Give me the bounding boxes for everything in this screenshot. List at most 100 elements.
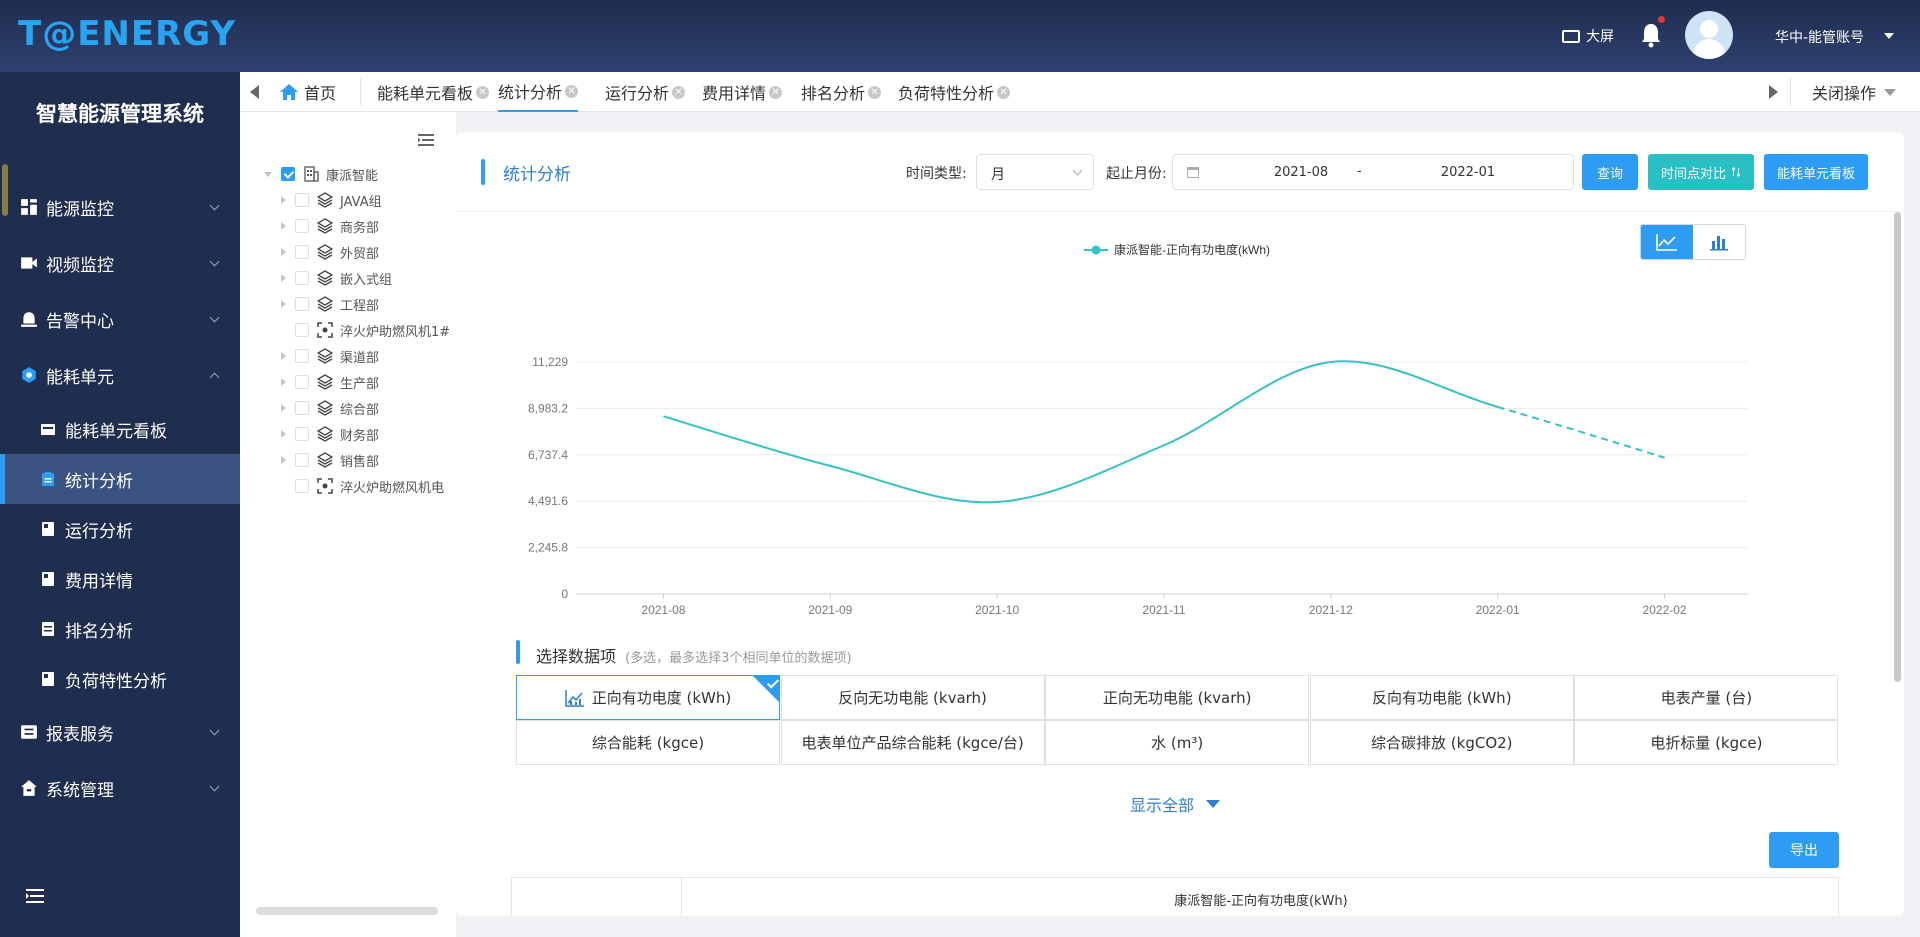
unit-board-button[interactable]: 能耗单元看板 <box>1764 154 1868 190</box>
y-tick-label: 6,737.4 <box>528 448 568 462</box>
tree-checkbox[interactable] <box>295 401 309 415</box>
show-all-button[interactable]: 显示全部 <box>1130 792 1221 816</box>
tree-node[interactable]: 外贸部 <box>281 241 379 263</box>
sub-item-ranking[interactable]: 排名分析 <box>0 604 240 654</box>
sub-item-cost[interactable]: 费用详情 <box>0 554 240 604</box>
bell-icon[interactable] <box>1640 22 1662 48</box>
export-button[interactable]: 导出 <box>1769 832 1839 868</box>
tree-node-label: 综合部 <box>340 402 380 418</box>
tree-node[interactable]: JAVA组 <box>281 189 382 211</box>
tree-node-label: 外贸部 <box>340 246 380 262</box>
tree-node-root[interactable]: 康派智能 <box>264 163 378 185</box>
tree-menu-icon[interactable] <box>418 134 434 146</box>
account-name[interactable]: 华中-能管账号 <box>1775 27 1864 47</box>
layers-icon <box>317 426 333 442</box>
range-start[interactable]: 2021-08 <box>1251 165 1351 180</box>
data-item-label: 电折标量 (kgce) <box>1650 734 1763 752</box>
tree-checkbox[interactable] <box>295 323 309 337</box>
menu-system-management[interactable]: 系统管理 <box>0 763 240 813</box>
tab-operation[interactable]: 运行分析 ✕ <box>605 72 686 112</box>
layers-icon <box>317 400 333 416</box>
energy-unit-icon <box>22 367 36 383</box>
tree-checkbox[interactable] <box>295 271 309 285</box>
tab-home-label: 首页 <box>304 84 337 103</box>
y-tick-label: 2,245.8 <box>528 541 568 555</box>
data-item-option[interactable]: 综合碳排放 (kgCO2) <box>1309 720 1574 765</box>
menu-energy-unit[interactable]: 能耗单元 <box>0 350 240 400</box>
main-vertical-scrollbar[interactable] <box>1894 212 1901 682</box>
tab-prev-arrow-icon[interactable] <box>250 85 259 99</box>
close-icon[interactable]: ✕ <box>868 85 882 99</box>
big-screen-button[interactable]: 大屏 <box>1562 26 1614 46</box>
tree-node[interactable]: 淬火炉助燃风机1# <box>281 319 450 341</box>
close-icon[interactable]: ✕ <box>672 85 686 99</box>
sub-item-operation[interactable]: 运行分析 <box>0 504 240 554</box>
time-compare-button[interactable]: 时间点对比 <box>1648 154 1754 190</box>
time-type-select[interactable]: 月 <box>976 154 1094 190</box>
bar-chart-toggle[interactable] <box>1693 225 1745 259</box>
data-item-option[interactable]: 正向无功电能 (kvarh) <box>1045 675 1310 720</box>
data-item-option[interactable]: 电表产量 (台) <box>1574 675 1839 720</box>
tree-checkbox[interactable] <box>295 297 309 311</box>
tab-load[interactable]: 负荷特性分析 ✕ <box>898 72 1011 112</box>
menu-video-monitor[interactable]: 视频监控 <box>0 238 240 288</box>
layers-icon <box>317 244 333 260</box>
data-item-option[interactable]: 反向无功电能 (kvarh) <box>780 675 1045 720</box>
chevron-down-icon <box>1884 88 1897 96</box>
tab-statistics[interactable]: 统计分析 ✕ <box>498 72 579 112</box>
monitor-icon <box>1562 29 1580 43</box>
tree-checkbox[interactable] <box>295 375 309 389</box>
menu-label: 系统管理 <box>46 780 114 801</box>
query-button[interactable]: 查询 <box>1582 154 1638 190</box>
close-icon[interactable]: ✕ <box>565 84 579 98</box>
line-chart-icon <box>1656 234 1677 251</box>
tab-ranking[interactable]: 排名分析 ✕ <box>801 72 882 112</box>
tree-checkbox[interactable] <box>295 245 309 259</box>
data-item-option[interactable]: 反向有功电能 (kWh) <box>1309 675 1574 720</box>
tree-checkbox[interactable] <box>295 193 309 207</box>
tree-checkbox[interactable] <box>295 219 309 233</box>
tree-node[interactable]: 财务部 <box>281 423 379 445</box>
menu-energy-monitor[interactable]: 能源监控 <box>0 182 240 232</box>
tree-node[interactable]: 综合部 <box>281 397 379 419</box>
tree-node[interactable]: 销售部 <box>281 449 379 471</box>
close-icon[interactable]: ✕ <box>769 85 783 99</box>
sub-item-statistics[interactable]: 统计分析 <box>0 454 240 504</box>
data-item-option[interactable]: 水 (m³) <box>1045 720 1310 765</box>
data-item-option[interactable]: 电折标量 (kgce) <box>1574 720 1839 765</box>
tree-checkbox[interactable] <box>295 479 309 493</box>
tree-horizontal-scrollbar[interactable] <box>256 907 438 915</box>
tree-node[interactable]: 渠道部 <box>281 345 379 367</box>
data-item-option[interactable]: 综合能耗 (kgce) <box>516 720 780 765</box>
close-icon[interactable]: ✕ <box>997 85 1011 99</box>
chevron-down-icon[interactable] <box>1884 33 1894 39</box>
data-item-option[interactable]: 正向有功电度 (kWh) <box>516 675 780 720</box>
tree-checkbox[interactable] <box>295 427 309 441</box>
tree-node[interactable]: 嵌入式组 <box>281 267 392 289</box>
tree-checkbox[interactable] <box>295 349 309 363</box>
close-operations-menu[interactable]: 关闭操作 <box>1812 72 1897 112</box>
data-item-option[interactable]: 电表单位产品综合能耗 (kgce/台) <box>780 720 1045 765</box>
tab-home[interactable]: 首页 <box>280 72 336 112</box>
tree-node[interactable]: 生产部 <box>281 371 379 393</box>
month-range-picker[interactable]: 2021-08 - 2022-01 <box>1172 154 1574 190</box>
sub-item-load[interactable]: 负荷特性分析 <box>0 654 240 704</box>
x-tick-label: 2022-01 <box>1476 603 1520 617</box>
avatar[interactable] <box>1685 11 1733 59</box>
close-icon[interactable]: ✕ <box>476 85 490 99</box>
tab-next-arrow-icon[interactable] <box>1769 85 1778 99</box>
sub-item-label: 排名分析 <box>65 621 133 642</box>
tab-cost[interactable]: 费用详情 ✕ <box>702 72 783 112</box>
tree-checkbox[interactable] <box>295 453 309 467</box>
menu-alarm-center[interactable]: 告警中心 <box>0 294 240 344</box>
tree-node[interactable]: 工程部 <box>281 293 379 315</box>
tab-unit-board[interactable]: 能耗单元看板 ✕ <box>377 72 490 112</box>
menu-collapse-icon[interactable] <box>26 889 44 903</box>
tree-checkbox[interactable] <box>281 167 295 181</box>
sub-item-unit-board[interactable]: 能耗单元看板 <box>0 404 240 454</box>
line-chart-toggle[interactable] <box>1641 225 1693 259</box>
tree-node[interactable]: 商务部 <box>281 215 379 237</box>
tree-node[interactable]: 淬火炉助燃风机电 <box>281 475 444 497</box>
range-end[interactable]: 2022-01 <box>1418 165 1518 180</box>
menu-report-service[interactable]: 报表服务 <box>0 707 240 757</box>
